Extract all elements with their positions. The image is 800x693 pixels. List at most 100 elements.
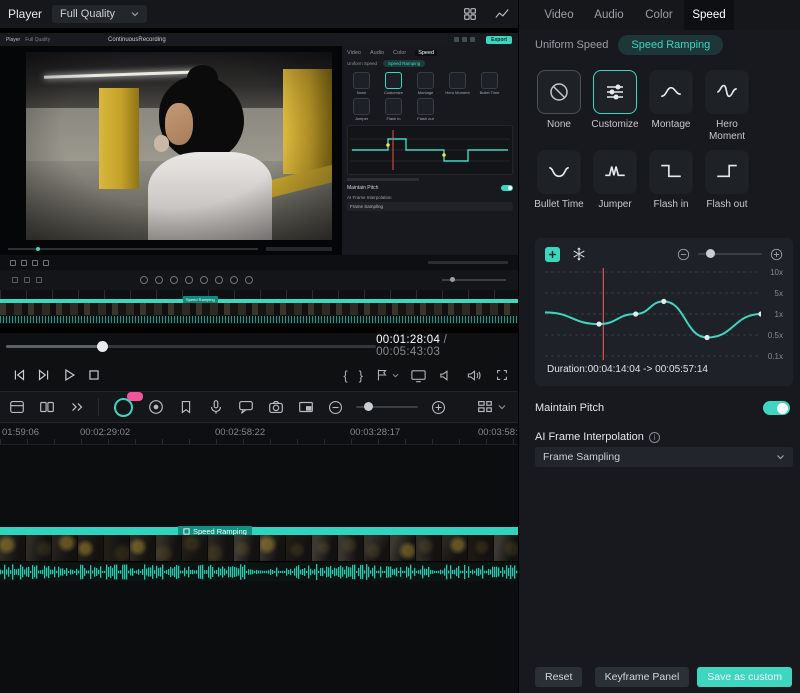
curve-zoom-in-icon[interactable] xyxy=(770,248,783,261)
recording-ruler xyxy=(0,290,518,299)
more-tools-chevrons-icon[interactable] xyxy=(68,398,86,416)
playhead-handle[interactable] xyxy=(97,341,108,352)
divider xyxy=(98,398,99,416)
subtab-speed-ramping[interactable]: Speed Ramping xyxy=(618,35,723,55)
audio-waveform-track[interactable] xyxy=(0,563,518,581)
recording-player-label: Player xyxy=(6,37,20,43)
speed-curve-graph[interactable] xyxy=(545,268,761,360)
curve-zoom-out-icon[interactable] xyxy=(677,248,690,261)
plus-icon xyxy=(548,250,557,259)
recording-transport-row xyxy=(0,255,518,270)
volume-icon[interactable] xyxy=(466,367,483,384)
recording-preset: Flash out xyxy=(411,98,440,121)
timeline-ruler[interactable]: 01:59:0600:02:29:0200:02:58:2200:03:28:1… xyxy=(0,423,518,445)
playback-progress-bar[interactable] xyxy=(6,345,376,348)
chevron-down-icon[interactable] xyxy=(498,404,506,410)
curve-zoom-slider[interactable] xyxy=(698,253,762,255)
frame-interpolation-dropdown[interactable]: Frame Sampling xyxy=(535,447,793,467)
zoom-in-icon[interactable] xyxy=(430,399,447,416)
customize-sliders-icon xyxy=(603,80,627,104)
keyframe-panel-button[interactable]: Keyframe Panel xyxy=(595,667,690,687)
marker-flag-button[interactable] xyxy=(374,367,399,383)
curve-axis-label: 10x xyxy=(770,268,783,277)
preset-flash-out[interactable]: Flash out xyxy=(699,150,755,211)
montage-curve-icon xyxy=(658,79,684,105)
bookmark-icon[interactable] xyxy=(177,398,195,416)
frame-mode-value: Frame Sampling xyxy=(543,451,620,463)
ai-frame-interpolation-label: AI Frame Interpolation xyxy=(535,431,644,443)
duration-text: Duration:00:04:14:04 -> 00:05:57:14 xyxy=(547,364,708,375)
preset-customize[interactable]: Customize xyxy=(587,70,643,142)
clip-thumbnail xyxy=(78,535,104,562)
tab-speed[interactable]: Speed xyxy=(684,0,734,30)
quality-value: Full Quality xyxy=(60,8,115,20)
mute-icon[interactable] xyxy=(438,367,455,384)
time-display: 00:01:28:04 / 00:05:43:03 xyxy=(376,334,518,358)
layout-grid-icon[interactable] xyxy=(462,6,478,22)
second-monitor-icon[interactable] xyxy=(410,367,427,384)
recording-player-area xyxy=(0,46,342,255)
recorded-clip-frame: Player Full Quality ContinuousRecording … xyxy=(0,33,518,324)
annotation-icon[interactable] xyxy=(237,398,255,416)
timeline-tracks[interactable]: Speed Ramping xyxy=(0,445,518,693)
preset-montage[interactable]: Montage xyxy=(643,70,699,142)
fullscreen-icon[interactable] xyxy=(494,367,510,383)
timeline-toolbar xyxy=(0,391,518,423)
recording-subtab-uniform: Uniform Speed xyxy=(347,61,377,66)
signal-pulse-icon[interactable] xyxy=(494,6,510,22)
info-icon[interactable]: i xyxy=(649,432,660,443)
clip-thumbnail xyxy=(390,535,416,562)
play-button[interactable] xyxy=(56,363,81,388)
chevron-down-icon xyxy=(392,373,399,378)
recording-curve-editor xyxy=(347,125,513,175)
vignette-overlay xyxy=(26,52,332,240)
microphone-icon[interactable] xyxy=(207,398,225,416)
preset-bullet-time[interactable]: Bullet Time xyxy=(531,150,587,211)
stop-button[interactable] xyxy=(81,363,106,388)
freeze-frame-snowflake-icon[interactable] xyxy=(572,247,586,261)
media-library-icon[interactable] xyxy=(8,398,26,416)
tab-color[interactable]: Color xyxy=(634,0,684,30)
curve-axis-label: 0.1x xyxy=(768,352,783,361)
zoom-out-icon[interactable] xyxy=(327,399,344,416)
speed-ramping-clip[interactable]: Speed Ramping xyxy=(0,527,518,535)
recording-tab: Video xyxy=(347,50,361,56)
quality-dropdown[interactable]: Full Quality xyxy=(52,5,147,23)
mark-in-button[interactable]: { xyxy=(343,368,347,383)
clip-thumbnail xyxy=(260,535,286,562)
maintain-pitch-toggle[interactable] xyxy=(763,401,790,415)
add-keyframe-button[interactable] xyxy=(545,247,560,262)
subtab-uniform-speed[interactable]: Uniform Speed xyxy=(535,39,608,51)
curve-zoom-knob[interactable] xyxy=(706,249,715,258)
transitions-icon[interactable] xyxy=(38,398,56,416)
save-as-custom-button[interactable]: Save as custom xyxy=(697,667,792,687)
recording-maintain-pitch-toggle xyxy=(501,185,513,191)
recording-zoom-slider xyxy=(442,279,506,281)
recording-filmstrip xyxy=(0,303,518,315)
mark-out-button[interactable]: } xyxy=(359,368,363,383)
speed-ramp-record-button[interactable] xyxy=(111,395,135,419)
previous-frame-button[interactable] xyxy=(6,363,31,388)
preset-jumper[interactable]: Jumper xyxy=(587,150,643,211)
curve-axis-label: 5x xyxy=(775,289,783,298)
next-frame-button[interactable] xyxy=(31,363,56,388)
clip-thumbnail xyxy=(286,535,312,562)
player-header: Player Full Quality xyxy=(0,0,518,28)
tab-video[interactable]: Video xyxy=(534,0,584,30)
track-manager-icon[interactable] xyxy=(476,398,494,416)
record-circle-icon[interactable] xyxy=(147,398,165,416)
video-preview[interactable]: Player Full Quality ContinuousRecording … xyxy=(0,28,518,333)
clip-thumbnail xyxy=(0,535,26,562)
preset-flash-in[interactable]: Flash in xyxy=(643,150,699,211)
picture-in-picture-icon[interactable] xyxy=(297,398,315,416)
recording-title: ContinuousRecording xyxy=(108,37,166,43)
preset-hero-moment[interactable]: Hero Moment xyxy=(699,70,755,142)
reset-button[interactable]: Reset xyxy=(535,667,582,687)
tab-audio[interactable]: Audio xyxy=(584,0,634,30)
preset-none[interactable]: None xyxy=(531,70,587,142)
recording-quality-value: Full Quality xyxy=(25,37,50,43)
timeline-zoom-slider[interactable] xyxy=(356,406,418,408)
zoom-slider-knob[interactable] xyxy=(364,402,373,411)
snapshot-camera-icon[interactable] xyxy=(267,398,285,416)
video-clip-filmstrip[interactable] xyxy=(0,535,518,562)
